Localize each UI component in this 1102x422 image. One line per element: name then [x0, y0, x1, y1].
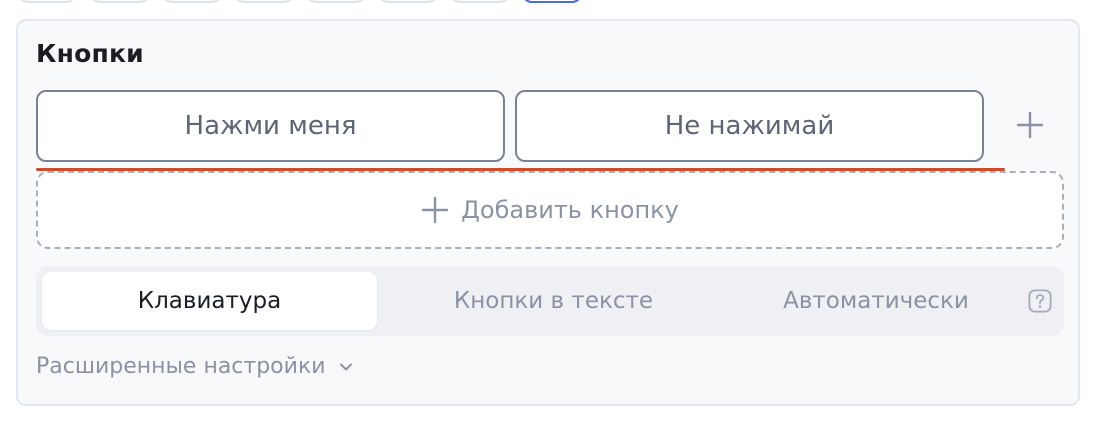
- keyboard-mode-selector: Клавиатура Кнопки в тексте Автоматически: [36, 266, 1064, 336]
- chevron-down-icon: [339, 363, 352, 370]
- keyboard-button-label: Нажми меня: [184, 111, 357, 141]
- top-tab-active[interactable]: [522, 0, 582, 3]
- mode-option-keyboard[interactable]: Клавиатура: [42, 272, 377, 330]
- plus-icon: [421, 196, 449, 224]
- top-tab[interactable]: [18, 0, 76, 3]
- top-tab-strip: [0, 0, 1102, 6]
- plus-icon: [1016, 111, 1044, 139]
- mode-option-label: Кнопки в тексте: [453, 288, 654, 314]
- mode-option-label: Автоматически: [783, 288, 969, 314]
- advanced-settings-toggle[interactable]: Расширенные настройки: [36, 354, 354, 379]
- keyboard-button-2[interactable]: Не нажимай: [515, 90, 984, 162]
- top-tab[interactable]: [378, 0, 438, 3]
- keyboard-button-1[interactable]: Нажми меня: [36, 90, 505, 162]
- help-button[interactable]: [1028, 289, 1052, 313]
- add-button-to-row[interactable]: [1008, 101, 1052, 149]
- keyboard-button-label: Не нажимай: [664, 111, 835, 141]
- panel-title: Кнопки: [36, 39, 144, 68]
- mode-option-auto[interactable]: Автоматически: [736, 272, 1016, 330]
- mode-option-label: Клавиатура: [137, 288, 282, 314]
- top-tab[interactable]: [234, 0, 294, 3]
- top-tab[interactable]: [162, 0, 222, 3]
- question-icon: [1028, 289, 1052, 313]
- buttons-panel: Кнопки Нажми меня Не нажимай Добавить кн…: [16, 19, 1080, 406]
- mode-option-inline[interactable]: Кнопки в тексте: [391, 272, 716, 330]
- top-tab[interactable]: [306, 0, 366, 3]
- add-button-label: Добавить кнопку: [461, 196, 679, 224]
- add-button-row[interactable]: Добавить кнопку: [36, 171, 1064, 249]
- advanced-settings-label: Расширенные настройки: [36, 354, 326, 379]
- top-tab[interactable]: [90, 0, 150, 3]
- top-tab[interactable]: [450, 0, 510, 3]
